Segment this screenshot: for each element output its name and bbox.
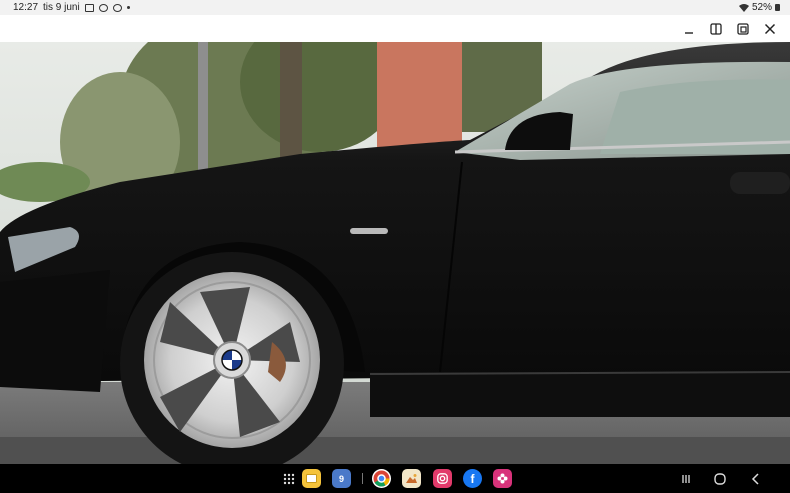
photo-app-icon[interactable]	[402, 469, 421, 488]
wifi-icon	[738, 3, 749, 12]
more-dot-icon	[126, 6, 130, 9]
clock: 12:27	[13, 2, 39, 13]
chrome-icon[interactable]	[372, 469, 391, 488]
home-icon[interactable]	[712, 471, 728, 487]
date: tis 9 juni	[43, 2, 80, 13]
camera-icon[interactable]	[433, 469, 452, 488]
split-view-icon[interactable]	[708, 21, 724, 37]
flower-icon[interactable]	[493, 469, 512, 488]
facebook-icon[interactable]: f	[463, 469, 482, 488]
bmw-7-series-car-photo	[0, 42, 790, 464]
calendar-icon[interactable]: 9	[332, 469, 351, 488]
gallery-icon	[84, 3, 94, 12]
shazam-icon	[112, 3, 122, 12]
close-icon[interactable]	[762, 21, 778, 37]
minimize-icon[interactable]	[681, 21, 697, 37]
recents-icon[interactable]	[678, 471, 694, 487]
status-bar: 12:27 tis 9 juni 52%	[0, 0, 790, 15]
window-title-bar	[0, 15, 790, 42]
photo-viewer[interactable]	[0, 42, 790, 464]
pinwheel-icon	[98, 3, 108, 12]
back-icon[interactable]	[748, 471, 764, 487]
facebook-letter: f	[470, 471, 475, 486]
popup-view-icon[interactable]	[735, 21, 751, 37]
battery-percent: 52%	[751, 2, 772, 13]
grid-icon[interactable]	[279, 469, 298, 488]
note-icon[interactable]	[302, 469, 321, 488]
battery-icon	[775, 4, 780, 11]
taskbar: 9 f	[0, 464, 790, 493]
calendar-day-label: 9	[338, 473, 344, 484]
taskbar-divider	[362, 473, 363, 484]
